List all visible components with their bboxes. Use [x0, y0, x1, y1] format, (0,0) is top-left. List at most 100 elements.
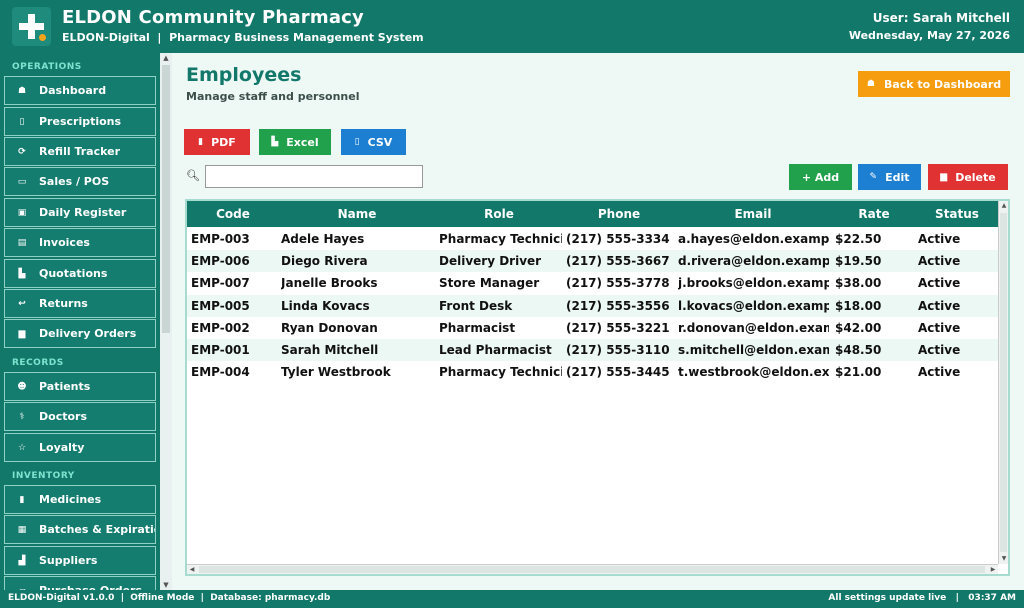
- table-vscroll-thumb[interactable]: [1000, 213, 1007, 552]
- cell-name: Janelle Brooks: [281, 276, 378, 291]
- table-row[interactable]: EMP-001 Sarah Mitchell Lead Pharmacist (217…: [187, 339, 998, 361]
- cell-rate: $42.00: [835, 320, 882, 335]
- sidebar-item-label: Medicines: [39, 493, 102, 506]
- sidebar-item-quotations[interactable]: ▙ Quotations: [4, 259, 156, 288]
- table-hscroll-thumb[interactable]: [199, 566, 985, 573]
- delete-employee-button[interactable]: ▆ Delete: [928, 164, 1008, 190]
- add-employee-button[interactable]: + Add: [789, 164, 852, 190]
- sidebar-item-medicines[interactable]: ▮ Medicines: [4, 485, 156, 514]
- home-icon: ☗: [866, 79, 875, 89]
- sidebar-item-label: Dashboard: [39, 84, 107, 97]
- sidebar-item-suppliers[interactable]: ▟ Suppliers: [4, 546, 156, 575]
- sidebar-item-purchase-orders[interactable]: ▱Purchase Orders: [4, 576, 156, 590]
- page-subtitle: Manage staff and personnel: [186, 90, 360, 103]
- cell-phone: (217) 555-3334: [566, 232, 670, 246]
- stethoscope-icon: ⚕: [19, 411, 25, 422]
- boxes-icon: ▦: [17, 524, 27, 535]
- sidebar-scroll-thumb[interactable]: [162, 65, 170, 333]
- delete-label: Delete: [955, 170, 996, 184]
- column-header-email[interactable]: Email: [693, 207, 813, 221]
- export-pdf-button[interactable]: ▮ PDF: [184, 129, 250, 155]
- sidebar-item-patients[interactable]: ☻ Patients: [4, 372, 156, 401]
- cell-role: Pharmacy Technician: [439, 232, 562, 246]
- cell-phone: (217) 555-3556: [566, 298, 670, 313]
- sidebar-item-dashboard[interactable]: ☗ Dashboard: [4, 76, 156, 105]
- table-row[interactable]: EMP-002 Ryan Donovan Pharmacist (217) 555-3…: [187, 317, 998, 339]
- cell-rate: $21.00: [835, 365, 882, 380]
- cell-email: t.westbrook@eldon.example: [678, 365, 829, 380]
- cell-phone: (217) 555-3221: [566, 320, 670, 335]
- sidebar-item-label: Refill Tracker: [39, 145, 121, 158]
- sidebar-item-sales-pos[interactable]: ▭ Sales / POS: [4, 167, 156, 196]
- sidebar-item-doctors[interactable]: ⚕ Doctors: [4, 402, 156, 431]
- pharmacy-cross-logo-icon: [12, 7, 51, 46]
- scroll-left-arrow-icon[interactable]: ◀: [187, 565, 197, 575]
- cell-name: Adele Hayes: [281, 232, 365, 246]
- search-input[interactable]: [205, 165, 423, 188]
- cell-code: EMP-004: [191, 365, 250, 380]
- cell-rate: $22.50: [835, 232, 882, 246]
- table-row[interactable]: EMP-006 Diego Rivera Delivery Driver (217) …: [187, 250, 998, 273]
- sidebar-item-returns[interactable]: ↩ Returns: [4, 289, 156, 318]
- sidebar-item-delivery-orders[interactable]: ▆ Delivery Orders: [4, 319, 156, 348]
- refresh-icon: ⟳: [18, 146, 26, 157]
- sidebar-item-loyalty[interactable]: ☆ Loyalty: [4, 433, 156, 462]
- sidebar-item-invoices[interactable]: ▤ Invoices: [4, 228, 156, 257]
- sidebar-item-label: Returns: [39, 297, 88, 310]
- column-header-phone[interactable]: Phone: [559, 207, 679, 221]
- cell-status: Active: [918, 254, 961, 269]
- cell-name: Linda Kovacs: [281, 298, 370, 313]
- sidebar-item-refill-tracker[interactable]: ⟳ Refill Tracker: [4, 137, 156, 166]
- cell-code: EMP-003: [191, 232, 250, 246]
- edit-employee-button[interactable]: ✎ Edit: [858, 164, 921, 190]
- back-to-dashboard-label: Back to Dashboard: [883, 77, 1002, 91]
- table-horizontal-scrollbar[interactable]: ◀ ▶: [187, 564, 998, 574]
- cell-phone: (217) 555-3110: [566, 343, 670, 357]
- cell-name: Diego Rivera: [281, 254, 368, 269]
- table-row[interactable]: EMP-007 Janelle Brooks Store Manager (217) …: [187, 272, 998, 294]
- trash-icon: ▆: [940, 172, 948, 182]
- scroll-down-arrow-icon[interactable]: ▼: [160, 580, 172, 590]
- scroll-up-arrow-icon[interactable]: ▲: [999, 201, 1009, 211]
- sidebar-item-daily-register[interactable]: ▣ Daily Register: [4, 198, 156, 227]
- column-header-name[interactable]: Name: [297, 207, 417, 221]
- table-row[interactable]: EMP-004 Tyler Westbrook Pharmacy Technicia…: [187, 361, 998, 383]
- table-header: Code Name Role Phone Email Rate Status: [187, 201, 998, 227]
- sidebar-item-label: Patients: [39, 380, 91, 393]
- sidebar-scrollbar[interactable]: ▲ ▼: [160, 53, 172, 590]
- cell-name: Sarah Mitchell: [281, 343, 379, 357]
- cell-role: Delivery Driver: [439, 254, 542, 269]
- app-title: ELDON Community Pharmacy: [62, 7, 364, 28]
- employees-table: Code Name Role Phone Email Rate Status EMP-003…: [185, 199, 1010, 576]
- sidebar-item-label: Delivery Orders: [39, 327, 137, 340]
- sidebar-item-label: Invoices: [39, 236, 90, 249]
- cell-rate: $19.50: [835, 254, 882, 269]
- table-row[interactable]: EMP-005 Linda Kovacs Front Desk (217) 555-3…: [187, 294, 998, 317]
- cell-role: Pharmacist: [439, 320, 516, 335]
- column-header-code[interactable]: Code: [173, 207, 293, 221]
- card-icon: ▭: [17, 176, 27, 187]
- search-icon: 🔍︎: [186, 169, 200, 182]
- sidebar-item-label: Doctors: [39, 410, 87, 423]
- column-header-role[interactable]: Role: [439, 207, 559, 221]
- sidebar-item-label: Quotations: [39, 267, 108, 280]
- table-vertical-scrollbar[interactable]: ▲ ▼: [998, 201, 1008, 564]
- cell-role: Front Desk: [439, 298, 513, 313]
- app-header: ELDON Community Pharmacy ELDON-Digital |…: [0, 0, 1024, 53]
- cell-code: EMP-006: [191, 254, 250, 269]
- status-right: All settings update live | 03:37 AM: [828, 593, 1016, 603]
- cell-status: Active: [918, 343, 961, 357]
- sidebar-item-label: Batches & Expiration: [39, 523, 155, 536]
- back-to-dashboard-button[interactable]: ☗ Back to Dashboard: [858, 71, 1010, 97]
- scroll-down-arrow-icon[interactable]: ▼: [999, 554, 1009, 564]
- table-row[interactable]: EMP-003 Adele Hayes Pharmacy Technician (21…: [187, 228, 998, 250]
- scroll-right-arrow-icon[interactable]: ▶: [988, 565, 998, 575]
- cell-role: Lead Pharmacist: [439, 343, 552, 357]
- sidebar-item-prescriptions[interactable]: ▯ Prescriptions: [4, 107, 156, 136]
- cell-role: Pharmacy Technician: [439, 365, 562, 380]
- sidebar-item-batches-expiration[interactable]: ▦ Batches & Expiration: [4, 515, 156, 544]
- export-csv-button[interactable]: ▯ CSV: [341, 129, 406, 155]
- export-excel-button[interactable]: ▙ Excel: [259, 129, 331, 155]
- scroll-up-arrow-icon[interactable]: ▲: [160, 53, 172, 63]
- cell-role: Store Manager: [439, 276, 540, 291]
